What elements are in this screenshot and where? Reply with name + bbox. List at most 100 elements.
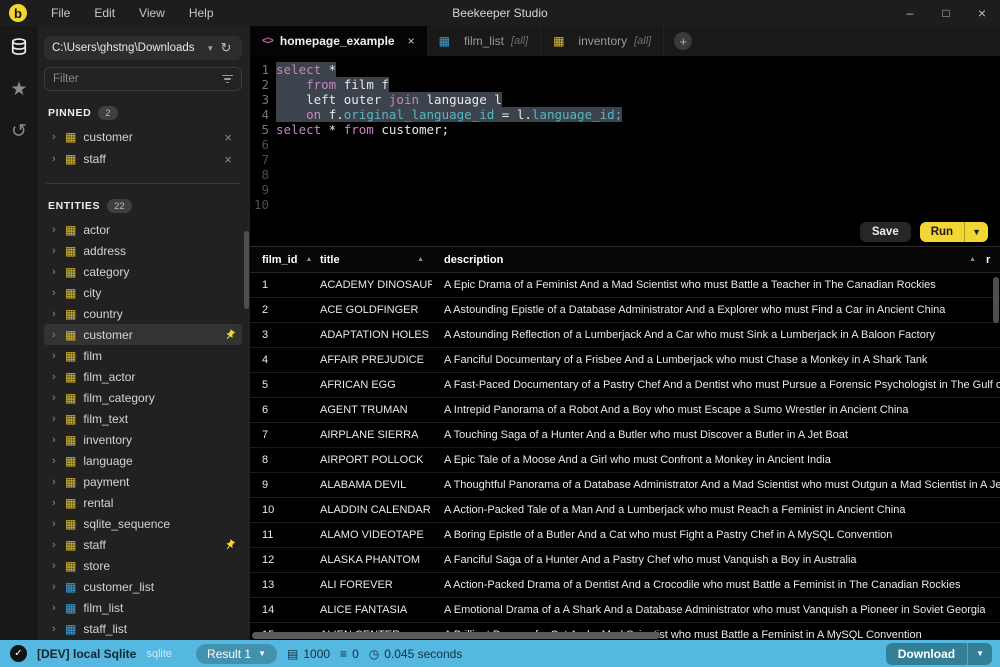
chevron-right-icon[interactable]: ›	[52, 602, 65, 614]
table-row[interactable]: 2ACE GOLDFINGERA Astounding Epistle of a…	[250, 298, 1000, 323]
sql-editor[interactable]: 1select *2 from film f3 left outer join …	[250, 56, 1000, 218]
sidebar-item-address[interactable]: ›▦address	[44, 240, 242, 261]
refresh-icon[interactable]: ↻	[221, 40, 232, 56]
close-icon[interactable]: ×	[964, 0, 1000, 26]
download-options-caret-icon[interactable]: ▼	[967, 643, 992, 665]
tab-inventory[interactable]: ▦inventory[all]	[541, 26, 664, 56]
chevron-right-icon[interactable]: ›	[52, 371, 65, 383]
unpin-close-icon[interactable]: ×	[220, 130, 236, 145]
sidebar-item-customer[interactable]: ›▦customer	[44, 324, 242, 345]
table-row[interactable]: 6AGENT TRUMANA Intrepid Panorama of a Ro…	[250, 398, 1000, 423]
sidebar-item-city[interactable]: ›▦city	[44, 282, 242, 303]
menu-edit[interactable]: Edit	[82, 0, 127, 26]
run-button-label[interactable]: Run	[920, 222, 964, 242]
run-options-caret-icon[interactable]: ▼	[964, 222, 988, 242]
chevron-right-icon[interactable]: ›	[52, 131, 65, 143]
table-horizontal-scrollbar[interactable]	[252, 632, 660, 639]
sidebar-item-film_text[interactable]: ›▦film_text	[44, 408, 242, 429]
column-header-next-partial[interactable]: r	[986, 254, 1000, 266]
sort-asc-icon[interactable]: ▲	[417, 256, 424, 263]
chevron-right-icon[interactable]: ›	[52, 287, 65, 299]
chevron-right-icon[interactable]: ›	[52, 392, 65, 404]
pinned-item-customer[interactable]: ›▦customer×	[44, 126, 242, 148]
download-button-label[interactable]: Download	[886, 643, 967, 665]
column-header-film-id[interactable]: film_id ▲	[250, 254, 308, 266]
sidebar-item-rental[interactable]: ›▦rental	[44, 492, 242, 513]
download-button[interactable]: Download ▼	[886, 643, 992, 665]
chevron-right-icon[interactable]: ›	[52, 497, 65, 509]
sidebar-item-customer_list[interactable]: ›▦customer_list	[44, 576, 242, 597]
chevron-right-icon[interactable]: ›	[52, 518, 65, 530]
filter-icon[interactable]	[222, 75, 233, 84]
sidebar-item-payment[interactable]: ›▦payment	[44, 471, 242, 492]
menu-view[interactable]: View	[127, 0, 177, 26]
table-row[interactable]: 10ALADDIN CALENDARA Action-Packed Tale o…	[250, 498, 1000, 523]
chevron-right-icon[interactable]: ›	[52, 245, 65, 257]
sidebar-item-film[interactable]: ›▦film	[44, 345, 242, 366]
table-row[interactable]: 8AIRPORT POLLOCKA Epic Tale of a Moose A…	[250, 448, 1000, 473]
chevron-right-icon[interactable]: ›	[52, 455, 65, 467]
pin-icon[interactable]	[222, 326, 239, 343]
tab-close-icon[interactable]: ×	[408, 34, 415, 48]
table-row[interactable]: 9ALABAMA DEVILA Thoughtful Panorama of a…	[250, 473, 1000, 498]
sidebar-item-country[interactable]: ›▦country	[44, 303, 242, 324]
table-row[interactable]: 5AFRICAN EGGA Fast-Paced Documentary of …	[250, 373, 1000, 398]
sidebar-item-sqlite_sequence[interactable]: ›▦sqlite_sequence	[44, 513, 242, 534]
table-row[interactable]: 3ADAPTATION HOLESA Astounding Reflection…	[250, 323, 1000, 348]
chevron-right-icon[interactable]: ›	[52, 623, 65, 635]
favorites-star-icon[interactable]: ★	[6, 76, 32, 102]
chevron-right-icon[interactable]: ›	[52, 266, 65, 278]
chevron-right-icon[interactable]: ›	[52, 224, 65, 236]
chevron-right-icon[interactable]: ›	[52, 539, 65, 551]
chevron-right-icon[interactable]: ›	[52, 434, 65, 446]
sidebar-item-actor[interactable]: ›▦actor	[44, 219, 242, 240]
table-vertical-scrollbar[interactable]	[993, 277, 999, 323]
connection-dropdown[interactable]: C:\Users\ghstng\Downloads ▾ ↻	[44, 36, 242, 60]
sidebar-item-inventory[interactable]: ›▦inventory	[44, 429, 242, 450]
chevron-right-icon[interactable]: ›	[52, 329, 65, 341]
sidebar-item-language[interactable]: ›▦language	[44, 450, 242, 471]
chevron-right-icon[interactable]: ›	[52, 413, 65, 425]
chevron-right-icon[interactable]: ›	[52, 308, 65, 320]
chevron-right-icon[interactable]: ›	[52, 153, 65, 165]
result-selector-dropdown[interactable]: Result 1 ▼	[196, 644, 277, 664]
menu-help[interactable]: Help	[177, 0, 226, 26]
table-row[interactable]: 7AIRPLANE SIERRAA Touching Saga of a Hun…	[250, 423, 1000, 448]
new-tab-button[interactable]: +	[674, 32, 692, 50]
filter-input[interactable]	[53, 73, 222, 85]
column-header-title[interactable]: title ▲	[308, 254, 432, 266]
sidebar-item-film_actor[interactable]: ›▦film_actor	[44, 366, 242, 387]
chevron-right-icon[interactable]: ›	[52, 560, 65, 572]
unpin-close-icon[interactable]: ×	[220, 152, 236, 167]
chevron-right-icon[interactable]: ›	[52, 476, 65, 488]
tab-homepage_example[interactable]: <>homepage_example×	[250, 26, 427, 56]
column-header-description[interactable]: description ▲	[432, 254, 986, 266]
table-row[interactable]: 11ALAMO VIDEOTAPEA Boring Epistle of a B…	[250, 523, 1000, 548]
table-row[interactable]: 12ALASKA PHANTOMA Fanciful Saga of a Hun…	[250, 548, 1000, 573]
sidebar-item-sales_by_store[interactable]: ›▦sales_by_store	[44, 639, 242, 640]
sort-asc-icon[interactable]: ▲	[969, 256, 976, 263]
sidebar-item-film_list[interactable]: ›▦film_list	[44, 597, 242, 618]
minimize-icon[interactable]: –	[892, 0, 928, 26]
chevron-right-icon[interactable]: ›	[52, 581, 65, 593]
sidebar-scrollbar[interactable]	[244, 231, 249, 309]
save-button[interactable]: Save	[860, 222, 911, 242]
chevron-right-icon[interactable]: ›	[52, 350, 65, 362]
table-row[interactable]: 4AFFAIR PREJUDICEA Fanciful Documentary …	[250, 348, 1000, 373]
table-row[interactable]: 14ALICE FANTASIAA Emotional Drama of a A…	[250, 598, 1000, 623]
table-row[interactable]: 1ACADEMY DINOSAURA Epic Drama of a Femin…	[250, 273, 1000, 298]
run-button[interactable]: Run ▼	[920, 222, 988, 242]
history-icon[interactable]: ↺	[6, 118, 32, 144]
sidebar-item-category[interactable]: ›▦category	[44, 261, 242, 282]
sidebar-item-staff_list[interactable]: ›▦staff_list	[44, 618, 242, 639]
tab-film_list[interactable]: ▦film_list[all]	[427, 26, 541, 56]
sidebar-item-film_category[interactable]: ›▦film_category	[44, 387, 242, 408]
database-icon[interactable]	[6, 34, 32, 60]
pinned-item-staff[interactable]: ›▦staff×	[44, 148, 242, 170]
pin-icon[interactable]	[222, 536, 239, 553]
maximize-icon[interactable]: □	[928, 0, 964, 26]
sidebar-item-staff[interactable]: ›▦staff	[44, 534, 242, 555]
sidebar-item-store[interactable]: ›▦store	[44, 555, 242, 576]
menu-file[interactable]: File	[39, 0, 82, 26]
table-row[interactable]: 13ALI FOREVERA Action-Packed Drama of a …	[250, 573, 1000, 598]
